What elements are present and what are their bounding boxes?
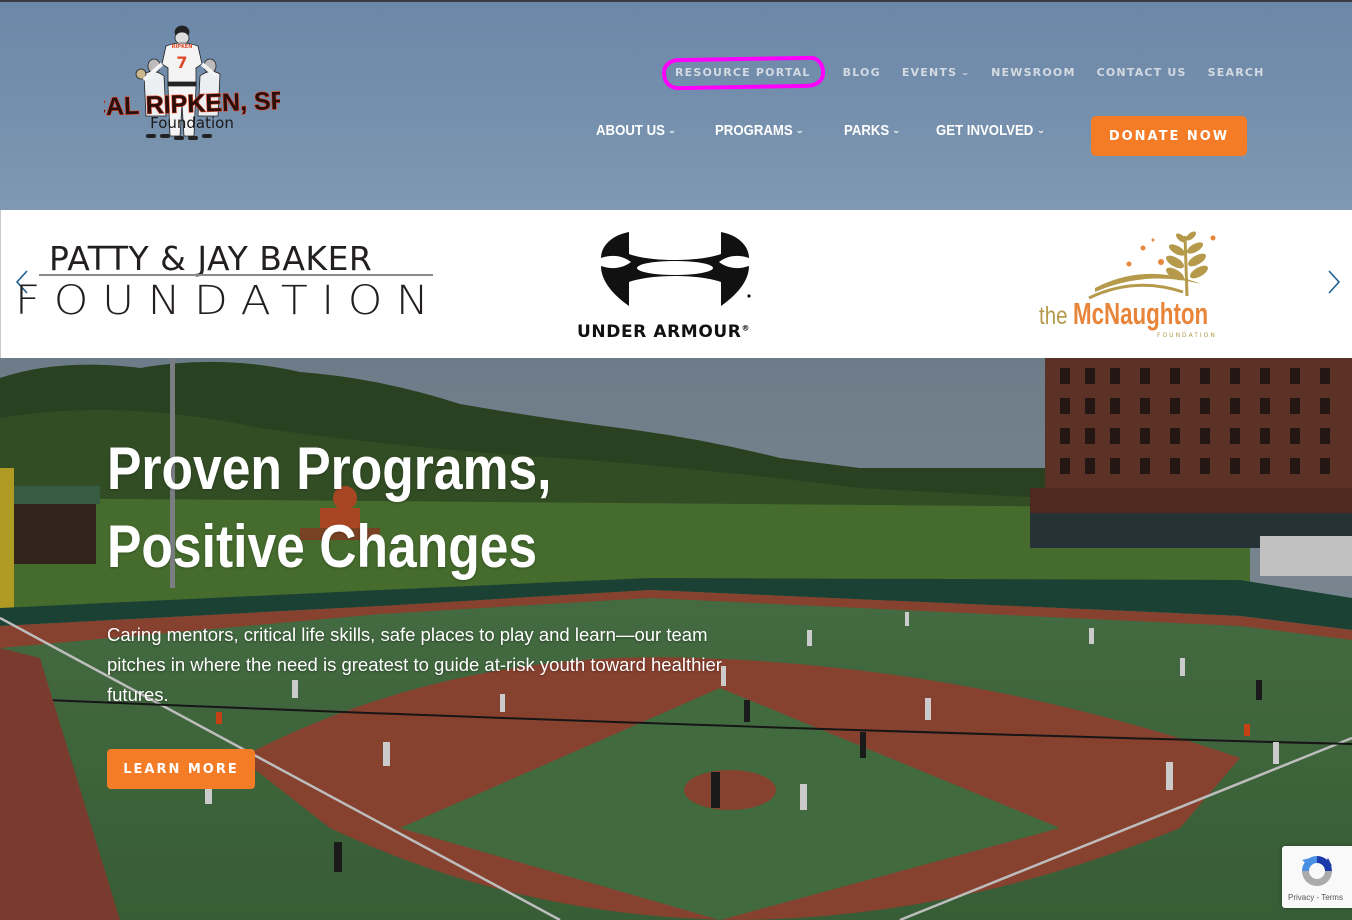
logo-illustration: RIPKEN 7 CAL RIPKEN, SR. Foundation: [87, 25, 297, 140]
util-nav-label: NEWSROOM: [991, 66, 1076, 79]
util-nav-contact-us[interactable]: CONTACT US: [1097, 64, 1187, 81]
main-nav: ABOUT US ⌄ PROGRAMS ⌄ PARKS ⌄ GET INVOLVED ⌄: [596, 122, 1091, 139]
baker-divider: [39, 274, 433, 276]
chevron-down-icon: ⌄: [668, 126, 677, 135]
util-nav-resource-portal[interactable]: RESOURCE PORTAL: [664, 66, 822, 79]
sponsor-logo-baker-foundation[interactable]: PATTY & JAY BAKER FOUNDATION: [15, 240, 439, 326]
main-nav-label: PARKS: [844, 122, 890, 139]
logo-subtitle: Foundation: [150, 114, 234, 132]
mcnaughton-subtitle: FOUNDATION: [1157, 332, 1217, 339]
util-nav-label: SEARCH: [1207, 66, 1265, 79]
util-nav-label: RESOURCE PORTAL: [675, 66, 811, 79]
hero-section: Proven Programs, Positive Changes Caring…: [0, 358, 1352, 920]
hero-title-line-1: Proven Programs,: [107, 435, 552, 502]
hero-title: Proven Programs, Positive Changes: [107, 430, 551, 586]
sponsor-carousel: PATTY & JAY BAKER FOUNDATION UNDER ARMOU…: [0, 210, 1352, 358]
main-nav-about-us[interactable]: ABOUT US ⌄: [596, 122, 677, 139]
util-nav-blog[interactable]: BLOG: [843, 64, 881, 81]
recaptcha-icon: [1302, 856, 1332, 886]
chevron-down-icon: ⌄: [1036, 126, 1045, 135]
main-nav-get-involved[interactable]: GET INVOLVED ⌄: [936, 122, 1045, 139]
main-nav-programs[interactable]: PROGRAMS ⌄: [715, 122, 805, 139]
learn-more-button[interactable]: LEARN MORE: [107, 749, 255, 789]
util-nav-label: CONTACT US: [1096, 66, 1187, 79]
main-nav-label: ABOUT US: [596, 122, 665, 139]
foundation-logo[interactable]: RIPKEN 7 CAL RIPKEN, SR. Foundation: [87, 24, 297, 148]
util-nav-search[interactable]: SEARCH: [1208, 64, 1265, 81]
util-nav-label: EVENTS: [901, 66, 958, 79]
chevron-down-icon: ⌄: [892, 126, 901, 135]
carousel-next-button[interactable]: [1325, 268, 1343, 296]
hero-description: Caring mentors, critical life skills, sa…: [107, 624, 722, 705]
util-nav-newsroom[interactable]: NEWSROOM: [991, 64, 1076, 81]
main-nav-label: GET INVOLVED: [936, 122, 1034, 139]
hero-title-line-2: Positive Changes: [107, 513, 538, 580]
recaptcha-links[interactable]: Privacy - Terms: [1288, 893, 1343, 902]
sponsor-logo-under-armour[interactable]: UNDER ARMOUR®: [571, 226, 781, 348]
util-nav-label: BLOG: [842, 66, 881, 79]
wheat-stalk-icon: [1088, 231, 1216, 300]
donate-now-button[interactable]: DONATE NOW: [1091, 116, 1247, 156]
svg-text:7: 7: [176, 53, 187, 72]
baker-line1: PATTY & JAY BAKER: [49, 239, 373, 278]
main-nav-label: PROGRAMS: [715, 122, 793, 139]
sponsor-logo-mcnaughton-foundation[interactable]: the McNaughton FOUNDATION: [1035, 226, 1225, 346]
chevron-down-icon: ⌄: [796, 126, 805, 135]
recaptcha-badge[interactable]: Privacy - Terms: [1282, 846, 1352, 908]
main-nav-parks[interactable]: PARKS ⌄: [844, 122, 901, 139]
under-armour-mark-icon: [601, 232, 751, 306]
mcnaughton-title: McNaughton: [1073, 296, 1209, 331]
util-nav-events[interactable]: EVENTS ⌄: [902, 64, 970, 81]
chevron-down-icon: ⌄: [960, 68, 972, 77]
chevron-right-icon: [1328, 270, 1341, 294]
svg-text:RIPKEN: RIPKEN: [172, 44, 193, 50]
baker-line2: FOUNDATION: [15, 277, 443, 325]
site-header: RIPKEN 7 CAL RIPKEN, SR. Foundation RESO…: [0, 0, 1352, 210]
mcnaughton-prefix: the: [1039, 302, 1068, 330]
utility-nav: RESOURCE PORTAL BLOG EVENTS ⌄ NEWSROOM CO…: [664, 64, 1265, 81]
under-armour-wordmark: UNDER ARMOUR®: [577, 322, 751, 342]
